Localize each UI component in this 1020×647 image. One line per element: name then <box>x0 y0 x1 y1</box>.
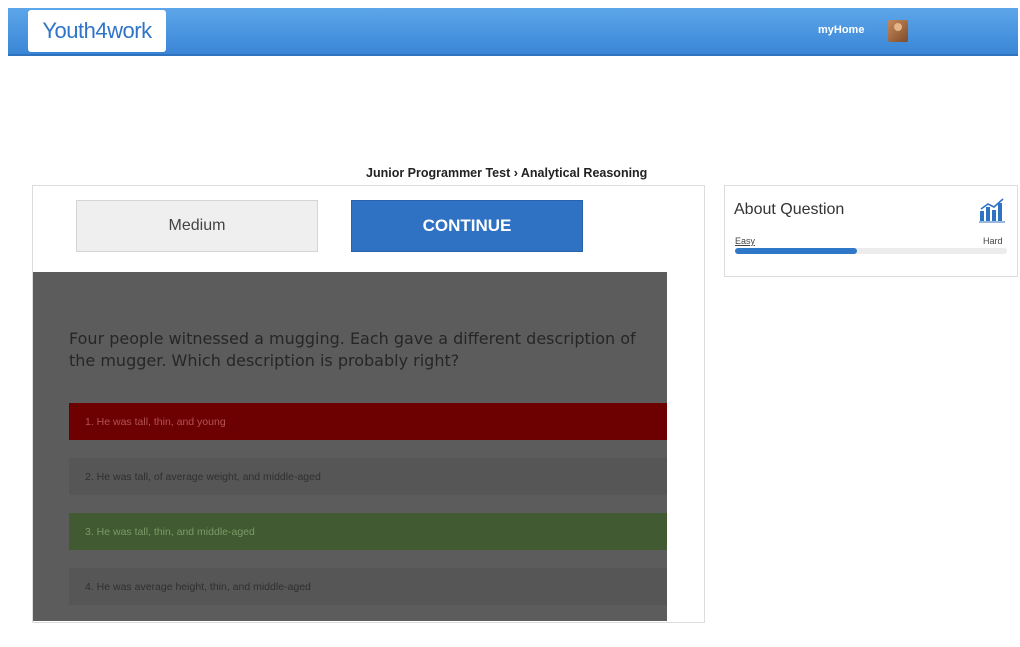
about-question-title: About Question <box>734 201 845 218</box>
continue-button[interactable]: CONTINUE <box>351 200 583 252</box>
difficulty-medium-button[interactable]: Medium <box>76 200 318 252</box>
top-nav-bar: Youth4work myHome <box>8 8 1018 56</box>
user-avatar-icon[interactable] <box>888 20 908 42</box>
difficulty-meter-fill <box>735 248 858 254</box>
bar-chart-icon[interactable] <box>978 197 1006 223</box>
answer-option-3[interactable]: 3. He was tall, thin, and middle-aged <box>69 513 667 550</box>
answer-option-2[interactable]: 2. He was tall, of average weight, and m… <box>69 458 667 495</box>
question-text: Four people witnessed a mugging. Each ga… <box>69 329 636 370</box>
about-question-card <box>724 185 1018 277</box>
difficulty-meter <box>735 248 1007 254</box>
youth4work-logo[interactable]: Youth4work <box>28 10 166 52</box>
question-panel: Four people witnessed a mugging. Each ga… <box>33 272 667 621</box>
myhome-link[interactable]: myHome <box>818 24 864 36</box>
hard-label: Hard <box>983 236 1003 246</box>
answer-option-1[interactable]: 1. He was tall, thin, and young <box>69 403 667 440</box>
easy-label: Easy <box>735 236 756 246</box>
answer-option-4[interactable]: 4. He was average height, thin, and midd… <box>69 568 667 605</box>
breadcrumb: Junior Programmer Test › Analytical Reas… <box>366 166 648 180</box>
